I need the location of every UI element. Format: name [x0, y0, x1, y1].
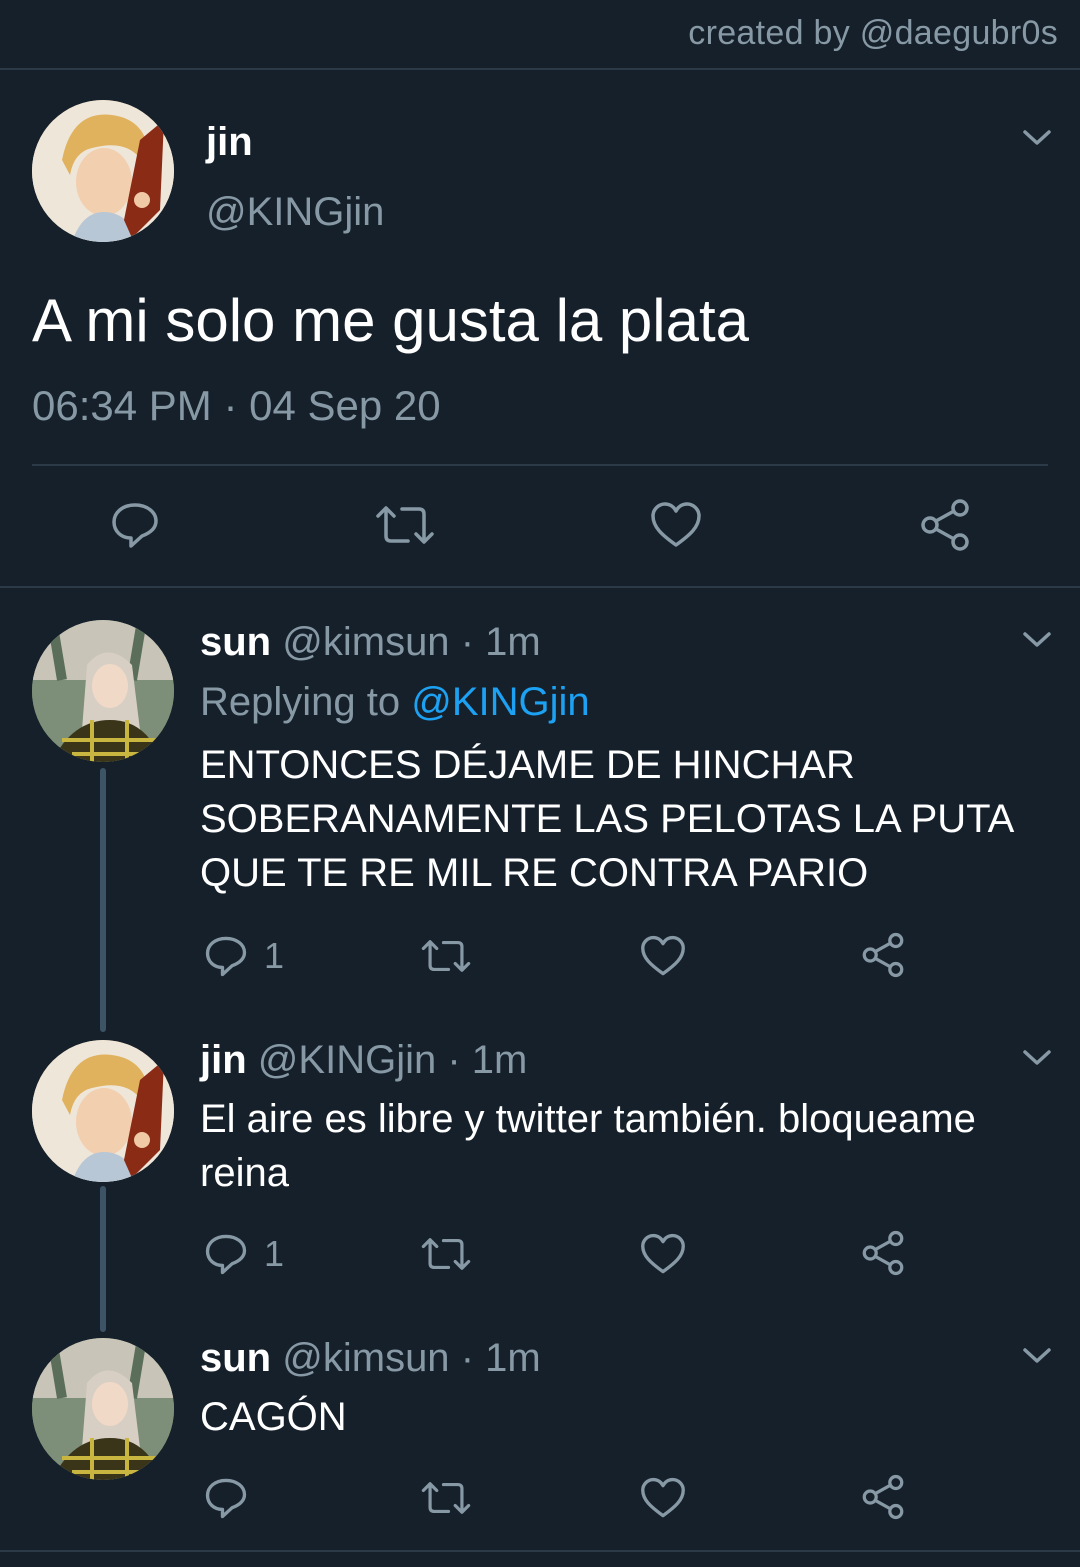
reply-text: El aire es libre y twitter también. bloq…	[200, 1097, 976, 1195]
like-button[interactable]	[650, 500, 702, 550]
replying-to: Replying to @KINGjin	[200, 680, 590, 725]
like-button[interactable]	[640, 1476, 686, 1520]
avatar[interactable]	[32, 1338, 174, 1480]
share-button[interactable]	[860, 1474, 906, 1520]
credit-watermark: created by @daegubr0s	[688, 14, 1058, 52]
avatar-sun-image	[32, 620, 174, 762]
reply-button[interactable]: 1	[204, 934, 284, 978]
author-handle[interactable]: @KINGjin	[206, 190, 384, 235]
retweet-icon	[421, 940, 471, 972]
tweet-timestamp[interactable]: 06:34 PM · 04 Sep 20	[32, 382, 441, 430]
reply-time: · 1m	[460, 1336, 541, 1380]
thread-connector	[100, 1186, 106, 1332]
chevron-down-icon[interactable]	[1022, 630, 1052, 650]
divider	[32, 464, 1048, 466]
reply-header: sun @kimsun · 1m	[200, 1336, 541, 1381]
retweet-button[interactable]	[420, 934, 472, 978]
retweet-icon	[421, 1238, 471, 1270]
author-name[interactable]: sun	[200, 1336, 271, 1380]
reply-header: sun @kimsun · 1m	[200, 620, 541, 665]
chevron-down-icon[interactable]	[1022, 1048, 1052, 1068]
reply-count: 1	[264, 935, 285, 976]
avatar[interactable]	[32, 100, 174, 242]
avatar[interactable]	[32, 620, 174, 762]
share-button[interactable]	[860, 932, 906, 978]
chevron-down-icon[interactable]	[1022, 128, 1052, 148]
share-icon	[862, 932, 904, 978]
avatar[interactable]	[32, 1040, 174, 1182]
reply-button[interactable]	[204, 1476, 248, 1520]
share-icon	[862, 1474, 904, 1520]
tweet-thread-screen: created by @daegubr0s jin @KINGjin A mi …	[0, 0, 1080, 1567]
author-name[interactable]: sun	[200, 620, 271, 664]
divider	[0, 1550, 1080, 1552]
reply-text: ENTONCES DÉJAME DE HINCHAR SOBERANAMENTE…	[200, 743, 1013, 895]
share-icon	[921, 499, 969, 551]
author-name[interactable]: jin	[206, 120, 253, 165]
author-name[interactable]: jin	[200, 1038, 247, 1082]
reply-button[interactable]: 1	[204, 1232, 284, 1276]
like-icon	[641, 1477, 685, 1518]
share-icon	[862, 1230, 904, 1276]
replying-to-label: Replying to	[200, 680, 401, 724]
author-handle[interactable]: @kimsun	[282, 620, 449, 664]
reply-icon	[205, 936, 247, 977]
share-button[interactable]	[918, 498, 972, 552]
avatar-jin-image	[32, 1040, 174, 1182]
like-button[interactable]	[640, 934, 686, 978]
retweet-icon	[421, 1482, 471, 1514]
reply-icon	[112, 503, 158, 548]
reply-button[interactable]	[110, 500, 160, 550]
author-handle[interactable]: @kimsun	[282, 1336, 449, 1380]
retweet-button[interactable]	[420, 1476, 472, 1520]
reply-time: · 1m	[460, 620, 541, 664]
author-handle[interactable]: @KINGjin	[258, 1038, 436, 1082]
reply-header: jin @KINGjin · 1m	[200, 1038, 527, 1083]
divider	[0, 68, 1080, 70]
like-icon	[641, 935, 685, 976]
retweet-button[interactable]	[374, 500, 436, 550]
reply-icon	[205, 1234, 247, 1275]
tweet-text: A mi solo me gusta la plata	[32, 287, 750, 354]
like-button[interactable]	[640, 1232, 686, 1276]
divider	[0, 586, 1080, 588]
share-button[interactable]	[860, 1230, 906, 1276]
reply-icon	[205, 1478, 247, 1519]
like-icon	[651, 502, 701, 547]
retweet-icon	[376, 506, 434, 544]
reply-count: 1	[264, 1233, 285, 1274]
reply-text: CAGÓN	[200, 1395, 347, 1439]
like-icon	[641, 1233, 685, 1274]
thread-connector	[100, 768, 106, 1032]
avatar-jin-image	[32, 100, 174, 242]
chevron-down-icon[interactable]	[1022, 1346, 1052, 1366]
reply-time: · 1m	[447, 1038, 528, 1082]
avatar-sun-image	[32, 1338, 174, 1480]
retweet-button[interactable]	[420, 1232, 472, 1276]
mention-link[interactable]: @KINGjin	[411, 680, 589, 724]
